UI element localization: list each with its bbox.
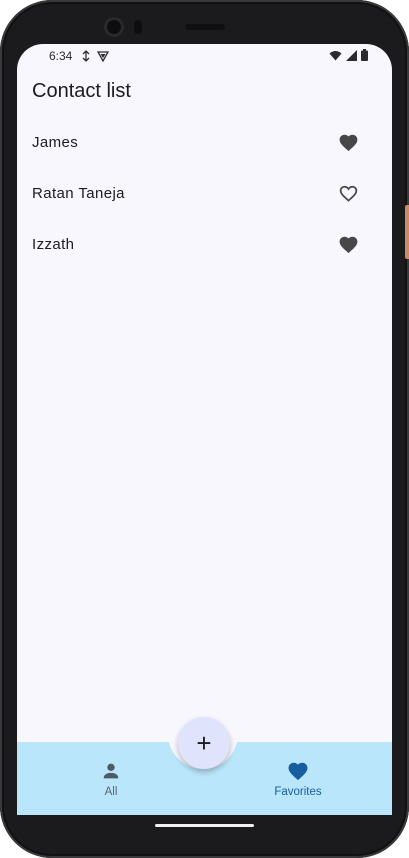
battery-icon bbox=[361, 49, 368, 61]
favorite-toggle[interactable] bbox=[335, 130, 361, 156]
earpiece-speaker bbox=[185, 24, 225, 30]
nav-label-all: All bbox=[104, 786, 118, 798]
contact-name: James bbox=[32, 134, 79, 151]
nav-label-favorites: Favorites bbox=[274, 786, 322, 798]
page-title: Contact list bbox=[32, 80, 131, 102]
sync-icon bbox=[82, 50, 90, 62]
contact-name: Ratan Taneja bbox=[32, 185, 125, 202]
volume-button[interactable] bbox=[405, 205, 409, 259]
camera-sensor bbox=[134, 20, 142, 34]
contact-row[interactable]: Izzath bbox=[17, 219, 392, 270]
contact-row[interactable]: James bbox=[17, 117, 392, 168]
status-icons bbox=[329, 49, 368, 61]
heart-filled-icon bbox=[339, 236, 357, 254]
add-contact-button[interactable]: + bbox=[178, 717, 230, 769]
heart-outline-icon bbox=[339, 185, 357, 202]
contact-row[interactable]: Ratan Taneja bbox=[17, 168, 392, 219]
front-camera bbox=[104, 17, 124, 37]
nav-item-favorites[interactable]: Favorites bbox=[238, 744, 358, 804]
contact-list: James Ratan Taneja Izzath bbox=[17, 117, 392, 270]
signal-icon bbox=[346, 49, 357, 61]
status-time: 6:34 bbox=[49, 49, 73, 63]
status-bar: 6:34 bbox=[17, 44, 392, 68]
favorite-toggle[interactable] bbox=[335, 181, 361, 207]
heart-icon bbox=[288, 762, 308, 781]
home-indicator[interactable] bbox=[155, 824, 254, 827]
favorite-toggle[interactable] bbox=[335, 232, 361, 258]
app-screen: 6:34 Contact list James Ratan Taneja Izz… bbox=[17, 44, 392, 815]
nav-item-all[interactable]: All bbox=[51, 744, 171, 804]
add-icon: + bbox=[196, 728, 212, 758]
phone-frame: 6:34 Contact list James Ratan Taneja Izz… bbox=[0, 0, 409, 858]
heart-filled-icon bbox=[339, 134, 357, 152]
person-icon bbox=[103, 763, 119, 779]
wifi-icon bbox=[329, 50, 342, 60]
contact-name: Izzath bbox=[32, 236, 75, 253]
shield-icon bbox=[97, 51, 109, 62]
